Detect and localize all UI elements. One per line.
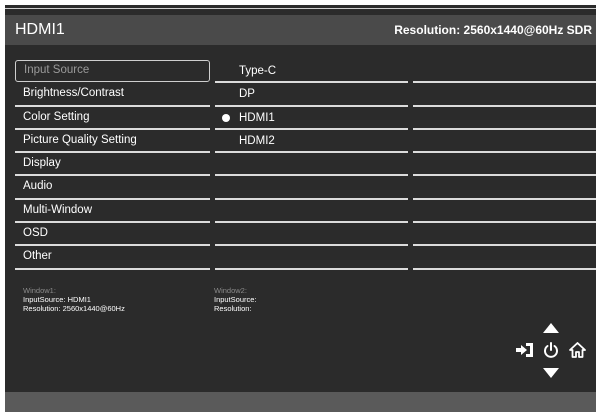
menu-item-audio[interactable]: Audio [15,176,210,200]
option-label: HDMI2 [239,134,275,147]
empty-row [215,246,408,270]
menu-item-brightness-contrast[interactable]: Brightness/Contrast [15,83,210,107]
empty-row [413,223,596,247]
window2-label: Window2: [214,286,247,295]
osd-menu: HDMI1 Resolution: 2560x1440@60Hz SDR Inp… [5,5,596,412]
option-hdmi1[interactable]: HDMI1 [215,107,408,130]
up-arrow-icon[interactable] [542,321,560,335]
empty-row [413,200,596,224]
menu-item-label: Picture Quality Setting [23,133,137,146]
menu-item-label: Audio [23,180,53,193]
control-keys [515,321,587,381]
empty-row [413,176,596,200]
option-label: DP [239,88,255,101]
option-type-c[interactable]: Type-C [215,60,408,84]
page-title: HDMI1 [15,21,65,38]
menu-item-color-setting[interactable]: Color Setting [15,107,210,130]
menu-item-other[interactable]: Other [15,246,210,270]
menu-item-label: Display [23,157,61,170]
empty-row [215,153,408,177]
option-dp[interactable]: DP [215,83,408,107]
main-menu: Input Source Brightness/Contrast Color S… [15,60,210,270]
window1-label: Window1: [23,286,56,295]
submenu-options: Type-C DP HDMI1 HDMI2 [215,60,408,270]
option-label: Type-C [239,65,277,77]
menu-item-picture-quality[interactable]: Picture Quality Setting [15,130,210,154]
menu-item-input-source[interactable]: Input Source [15,60,210,82]
window2-resolution: Resolution: [214,304,252,313]
header-bar: HDMI1 Resolution: 2560x1440@60Hz SDR [5,15,596,45]
menu-item-label: Brightness/Contrast [23,87,124,100]
menu-item-display[interactable]: Display [15,153,210,177]
window2-input-source: InputSource: [214,295,257,304]
menu-item-label: Color Setting [23,110,90,123]
empty-row [413,60,596,84]
footer-bar [5,392,596,412]
resolution-readout: Resolution: 2560x1440@60Hz SDR [394,23,592,37]
down-arrow-icon[interactable] [542,366,560,380]
selected-bullet-icon [222,113,230,122]
input-source-icon[interactable] [515,341,535,359]
option-hdmi2[interactable]: HDMI2 [215,130,408,154]
option-label: HDMI1 [239,111,275,124]
power-icon[interactable] [541,341,561,359]
menu-item-multi-window[interactable]: Multi-Window [15,200,210,224]
window1-resolution: Resolution: 2560x1440@60Hz [23,304,125,313]
window1-info: Window1: InputSource: HDMI1 Resolution: … [23,286,125,313]
submenu-detail [413,60,596,270]
empty-row [413,153,596,177]
menu-item-label: Other [23,250,52,263]
empty-row [413,246,596,270]
menu-item-label: OSD [23,227,48,240]
empty-row [215,223,408,247]
empty-row [413,83,596,107]
empty-row [215,176,408,200]
menu-item-label: Multi-Window [23,203,93,216]
empty-row [413,130,596,154]
window2-info: Window2: InputSource: Resolution: [214,286,257,313]
menu-item-label: Input Source [24,64,90,76]
empty-row [413,107,596,130]
window1-input-source: InputSource: HDMI1 [23,295,91,304]
home-icon[interactable] [567,341,587,359]
menu-item-osd[interactable]: OSD [15,223,210,247]
empty-row [215,200,408,224]
